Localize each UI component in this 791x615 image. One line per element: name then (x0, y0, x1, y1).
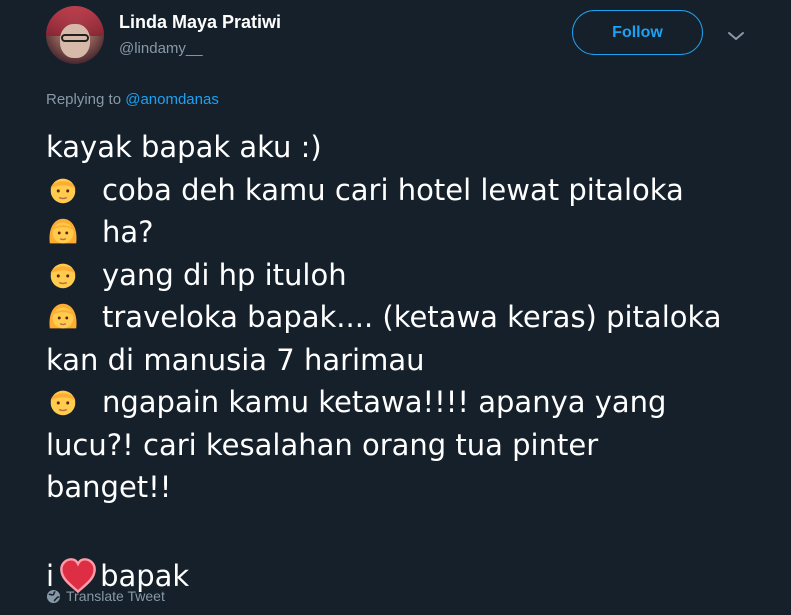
author-name[interactable]: Linda Maya Pratiwi (119, 12, 281, 33)
chevron-down-icon[interactable] (724, 24, 748, 48)
tweet-line: yang di hp ituloh (46, 254, 766, 297)
man-emoji-icon (46, 173, 80, 207)
tweet-line-text: traveloka bapak.... (ketawa keras) pital… (102, 300, 722, 334)
avatar-glasses (61, 34, 89, 42)
man-emoji-icon (46, 258, 80, 292)
tweet-line: banget!! (46, 466, 766, 509)
tweet-line-text: ha? (102, 215, 154, 249)
tweet-text: kayak bapak aku :) coba deh kamu cari ho… (46, 126, 766, 601)
tweet-line-text: lucu?! cari kesalahan orang tua pinter (46, 427, 599, 462)
avatar[interactable] (46, 6, 104, 64)
replying-to-label: Replying to (46, 91, 122, 108)
tweet-line: kayak bapak aku :) (46, 126, 766, 169)
translate-tweet-link[interactable]: Translate Tweet (46, 588, 165, 604)
man-emoji-icon (46, 385, 80, 419)
woman-emoji-icon (46, 300, 80, 334)
tweet-line: ngapain kamu ketawa!!!! apanya yang (46, 381, 766, 424)
tweet-line-text: ngapain kamu ketawa!!!! apanya yang (102, 385, 667, 419)
tweet-line: kan di manusia 7 harimau (46, 339, 766, 382)
tweet-line: ha? (46, 211, 766, 254)
replying-to: Replying to @anomdanas (46, 91, 219, 108)
tweet-line: traveloka bapak.... (ketawa keras) pital… (46, 296, 766, 339)
translate-tweet-label[interactable]: Translate Tweet (66, 588, 165, 604)
tweet-line-text: banget!! (46, 470, 172, 504)
tweet-line: coba deh kamu cari hotel lewat pitaloka (46, 169, 766, 212)
globe-icon (46, 589, 61, 604)
tweet-line-text: yang di hp ituloh (102, 257, 347, 292)
follow-button[interactable]: Follow (572, 10, 703, 55)
tweet-line-text: coba deh kamu cari hotel lewat pitaloka (102, 172, 684, 207)
tweet-line-text: kan di manusia 7 harimau (46, 342, 425, 377)
author-handle[interactable]: @lindamy__ (119, 40, 203, 57)
tweet-line: lucu?! cari kesalahan orang tua pinter (46, 424, 766, 467)
woman-emoji-icon (46, 215, 80, 249)
tweet-line-text: kayak bapak aku :) (46, 130, 322, 164)
reply-mention-link[interactable]: @anomdanas (125, 91, 219, 108)
